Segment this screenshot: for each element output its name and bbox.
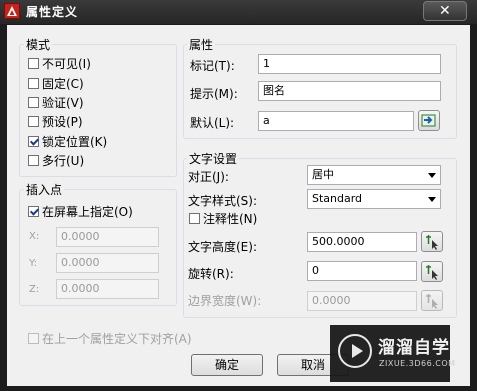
- autocad-logo-icon: [4, 3, 20, 19]
- tag-label: 标记(T):: [190, 59, 235, 73]
- x-field[interactable]: 0.0000: [56, 227, 159, 247]
- justify-dropdown[interactable]: 居中: [307, 165, 441, 185]
- text-settings-group-title: 文字设置: [187, 150, 240, 167]
- watermark: 溜溜自学 ZIXUE.3D66.COM: [330, 325, 455, 382]
- specify-on-screen-checkbox[interactable]: [28, 206, 39, 217]
- verify-label: 验证(V): [42, 96, 84, 110]
- text-style-label: 文字样式(S):: [188, 194, 258, 208]
- prompt-label: 提示(M):: [190, 87, 238, 101]
- justify-value: 居中: [312, 168, 334, 181]
- tag-field[interactable]: 1: [258, 54, 441, 74]
- title-bar[interactable]: 属性定义 ✕: [0, 0, 477, 24]
- chevron-down-icon: [428, 197, 436, 202]
- insert-field-icon: [421, 114, 436, 127]
- constant-checkbox[interactable]: [28, 78, 39, 89]
- y-field[interactable]: 0.0000: [56, 253, 159, 273]
- invisible-label: 不可见(I): [42, 57, 91, 71]
- pick-rotation-button[interactable]: [421, 261, 443, 282]
- boundary-width-field[interactable]: 0.0000: [307, 291, 417, 311]
- multiline-checkbox[interactable]: [28, 155, 39, 166]
- ok-button[interactable]: 确定: [191, 354, 263, 376]
- annotative-checkbox[interactable]: [189, 213, 200, 224]
- chevron-down-icon: [428, 173, 436, 178]
- align-below-checkbox[interactable]: [28, 333, 39, 344]
- prompt-field[interactable]: 图名: [258, 81, 441, 101]
- rotation-label: 旋转(R):: [188, 267, 234, 281]
- preset-checkbox[interactable]: [28, 116, 39, 127]
- x-label: X:: [29, 231, 40, 242]
- lock-position-label: 锁定位置(K): [42, 135, 108, 149]
- text-height-label: 文字高度(E):: [188, 240, 257, 254]
- default-label: 默认(L):: [190, 116, 235, 130]
- rotation-field[interactable]: 0: [307, 261, 417, 281]
- attribute-group-title: 属性: [187, 36, 216, 53]
- y-label: Y:: [29, 258, 38, 269]
- z-field[interactable]: 0.0000: [56, 279, 159, 299]
- watermark-url: ZIXUE.3D66.COM: [379, 359, 456, 368]
- align-below-label: 在上一个属性定义下对齐(A): [42, 332, 192, 346]
- invisible-checkbox[interactable]: [28, 58, 39, 69]
- verify-checkbox[interactable]: [28, 97, 39, 108]
- close-icon: ✕: [439, 3, 451, 19]
- boundary-width-label: 边界宽度(W):: [188, 294, 262, 308]
- text-style-value: Standard: [312, 192, 363, 205]
- mode-group-title: 模式: [24, 36, 53, 53]
- z-label: Z:: [29, 284, 40, 295]
- multiline-label: 多行(U): [42, 154, 85, 168]
- insert-field-button[interactable]: [418, 110, 440, 131]
- watermark-brand: 溜溜自学: [378, 338, 450, 358]
- pick-point-icon: [426, 265, 438, 280]
- text-height-field[interactable]: 500.0000: [307, 232, 417, 252]
- annotative-label: 注释性(N): [203, 212, 258, 226]
- window-title: 属性定义: [26, 5, 79, 19]
- play-logo-icon: [338, 334, 372, 368]
- lock-position-checkbox[interactable]: [28, 136, 39, 147]
- close-button[interactable]: ✕: [423, 1, 467, 21]
- constant-label: 固定(C): [42, 77, 84, 91]
- pick-boundary-button[interactable]: [421, 290, 443, 311]
- specify-on-screen-label: 在屏幕上指定(O): [42, 205, 133, 219]
- justify-label: 对正(J):: [188, 170, 229, 184]
- pick-point-icon: [426, 235, 438, 250]
- insertion-point-group-title: 插入点: [24, 181, 65, 198]
- pick-height-button[interactable]: [421, 231, 443, 252]
- text-style-dropdown[interactable]: Standard: [307, 189, 441, 209]
- default-field[interactable]: a: [258, 111, 414, 131]
- pick-point-icon: [426, 294, 438, 309]
- preset-label: 预设(P): [42, 115, 83, 129]
